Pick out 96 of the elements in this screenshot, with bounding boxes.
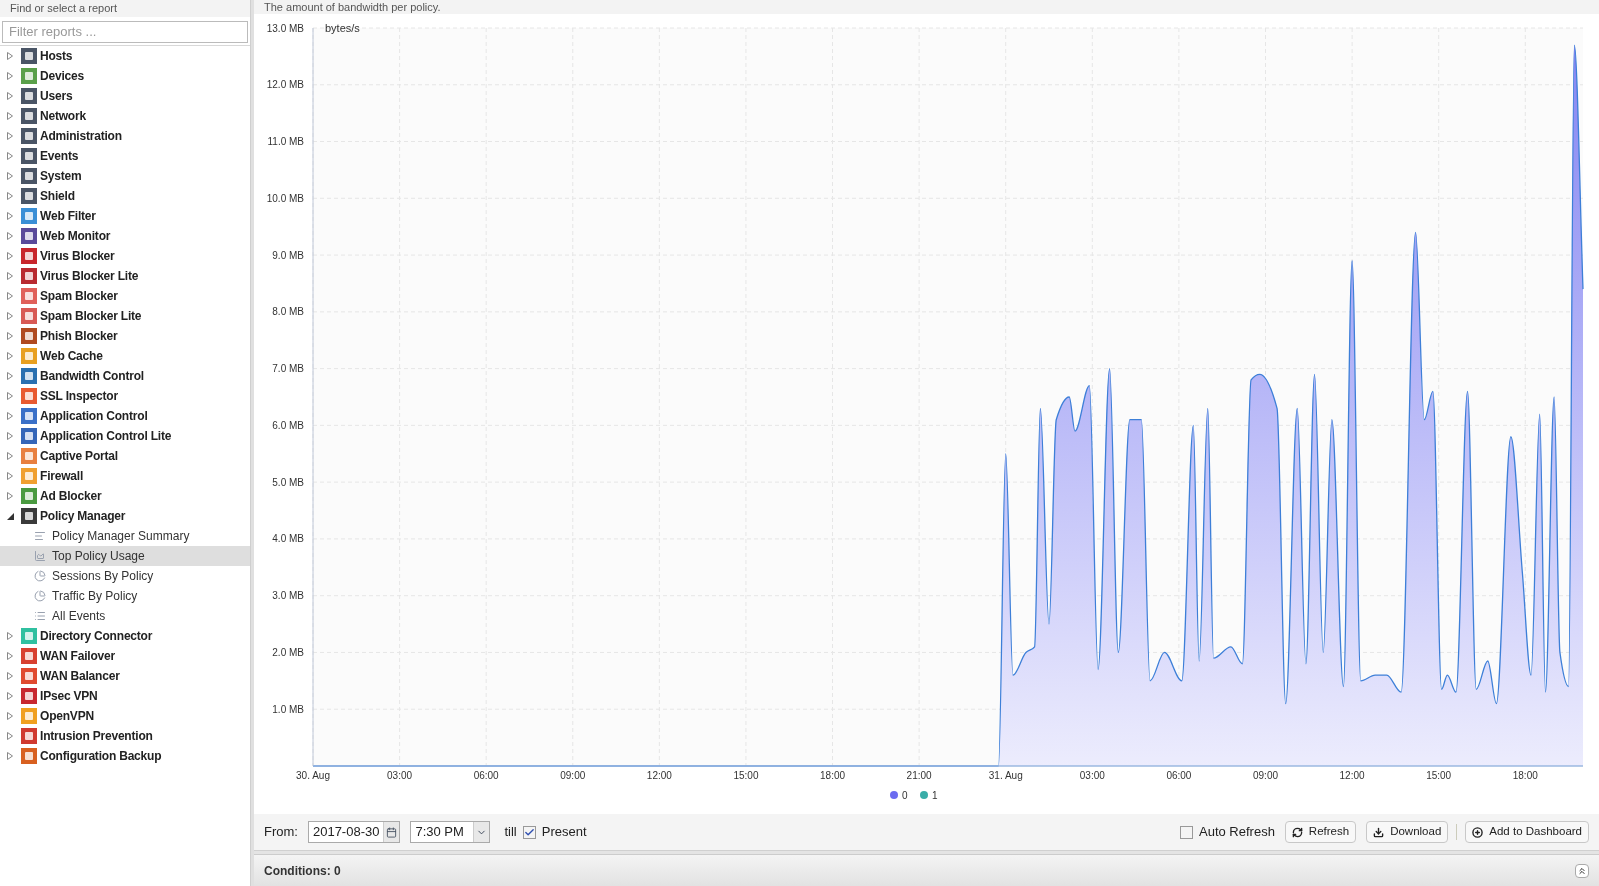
report-category[interactable]: Devices <box>40 67 84 85</box>
x-tick-label: 03:00 <box>1079 770 1105 781</box>
report-type-icon <box>34 570 46 582</box>
report-category[interactable]: Virus Blocker Lite <box>40 267 139 285</box>
report-category[interactable]: IPsec VPN <box>40 687 98 705</box>
x-tick-label: 15:00 <box>1426 770 1452 781</box>
date-field[interactable]: 2017-08-30 <box>307 821 401 843</box>
report-category[interactable]: Events <box>40 147 79 165</box>
from-label: From: <box>264 823 298 842</box>
x-tick-label: 12:00 <box>1339 770 1365 781</box>
report-category[interactable]: Application Control Lite <box>40 427 172 445</box>
y-tick-label: 12.0 MB <box>266 79 304 91</box>
report-category[interactable]: Network <box>40 107 86 125</box>
report-category[interactable]: Firewall <box>40 467 84 485</box>
report-category[interactable]: Directory Connector <box>40 627 153 645</box>
report-item[interactable]: Top Policy Usage <box>0 546 250 566</box>
report-category[interactable]: Spam Blocker <box>40 287 118 305</box>
x-tick-label: 18:00 <box>820 770 846 781</box>
report-category[interactable]: Web Filter <box>40 207 96 225</box>
time-field[interactable]: 7:30 PM <box>410 821 491 843</box>
auto-refresh-label[interactable]: Auto Refresh <box>1199 822 1275 842</box>
report-type-icon <box>34 530 46 542</box>
y-tick-label: 4.0 MB <box>272 533 304 545</box>
present-label[interactable]: Present <box>541 822 587 842</box>
report-category[interactable]: Spam Blocker Lite <box>40 307 142 325</box>
report-category[interactable]: Phish Blocker <box>40 327 118 345</box>
report-category[interactable]: Policy Manager <box>40 507 126 525</box>
y-tick-label: 6.0 MB <box>272 419 304 431</box>
add-to-dashboard-button[interactable]: Add to Dashboard <box>1465 821 1589 843</box>
y-tick-label: 3.0 MB <box>272 590 304 602</box>
report-item[interactable]: Traffic By Policy <box>0 586 250 606</box>
report-category[interactable]: Configuration Backup <box>40 747 162 765</box>
expander-icon[interactable] <box>6 512 14 520</box>
refresh-button[interactable]: Refresh <box>1284 821 1357 843</box>
report-category[interactable]: Administration <box>40 127 122 145</box>
x-tick-label: 09:00 <box>1253 770 1278 781</box>
y-axis-title: bytes/s <box>325 22 360 34</box>
legend-label: 1 <box>932 790 938 801</box>
report-category[interactable]: Ad Blocker <box>40 487 102 505</box>
report-category[interactable]: Web Monitor <box>40 227 111 245</box>
download-icon <box>1373 826 1385 838</box>
report-category[interactable]: Intrusion Prevention <box>40 727 153 745</box>
x-tick-label: 30. Aug <box>296 770 330 781</box>
report-category[interactable]: Users <box>40 87 73 105</box>
plus-circle-icon <box>1472 826 1484 838</box>
report-category[interactable]: Shield <box>40 187 75 205</box>
y-tick-label: 9.0 MB <box>272 249 304 261</box>
filter-field[interactable]: Filter reports ... <box>2 20 248 43</box>
x-tick-label: 09:00 <box>560 770 586 781</box>
report-category[interactable]: Web Cache <box>40 347 103 365</box>
legend-item[interactable]: 1 <box>920 790 938 801</box>
y-tick-label: 2.0 MB <box>272 646 304 658</box>
checkbox[interactable] <box>1180 825 1193 839</box>
report-category[interactable]: System <box>40 167 82 185</box>
report-item[interactable]: Policy Manager Summary <box>0 526 250 546</box>
download-button[interactable]: Download <box>1366 821 1449 843</box>
report-category[interactable]: WAN Failover <box>40 647 115 665</box>
x-tick-label: 31. Aug <box>988 770 1023 781</box>
report-category[interactable]: WAN Balancer <box>40 667 120 685</box>
y-tick-label: 5.0 MB <box>272 476 304 488</box>
refresh-icon <box>1291 826 1303 838</box>
x-tick-label: 21:00 <box>906 770 932 781</box>
report-item[interactable]: Sessions By Policy <box>0 566 250 586</box>
y-tick-label: 13.0 MB <box>266 22 304 34</box>
report-type-icon <box>34 610 46 622</box>
legend-label: 0 <box>902 790 908 801</box>
till-label: till <box>504 823 517 842</box>
x-tick-label: 15:00 <box>733 770 759 781</box>
x-tick-label: 12:00 <box>646 770 672 781</box>
x-tick-label: 06:00 <box>473 770 499 781</box>
conditions-label: Conditions: 0 <box>264 862 342 880</box>
calendar-icon[interactable] <box>386 826 398 838</box>
x-tick-label: 03:00 <box>387 770 413 781</box>
checkbox[interactable] <box>522 825 536 839</box>
report-category[interactable]: Hosts <box>40 47 73 65</box>
collapse-button[interactable] <box>1575 863 1589 878</box>
y-tick-label: 8.0 MB <box>272 306 304 318</box>
sidebar-title: Find or select a report <box>10 1 117 17</box>
legend-item[interactable]: 0 <box>890 790 908 801</box>
report-category[interactable]: Captive Portal <box>40 447 118 465</box>
y-tick-label: 11.0 MB <box>267 136 304 148</box>
x-tick-label: 18:00 <box>1512 770 1538 781</box>
x-tick-label: 06:00 <box>1166 770 1192 781</box>
report-type-icon <box>34 590 46 602</box>
report-category[interactable]: Bandwidth Control <box>40 367 144 385</box>
report-item[interactable]: All Events <box>0 606 250 626</box>
double-chevron-up-icon <box>1577 865 1587 876</box>
report-category[interactable]: Virus Blocker <box>40 247 115 265</box>
y-tick-label: 10.0 MB <box>266 192 304 204</box>
report-category[interactable]: Application Control <box>40 407 148 425</box>
report-category[interactable]: SSL Inspector <box>40 387 118 405</box>
y-tick-label: 1.0 MB <box>272 703 304 715</box>
y-tick-label: 7.0 MB <box>272 363 304 375</box>
report-type-icon <box>34 550 46 562</box>
report-description: The amount of bandwidth per policy. <box>264 0 441 15</box>
report-category[interactable]: OpenVPN <box>40 707 94 725</box>
